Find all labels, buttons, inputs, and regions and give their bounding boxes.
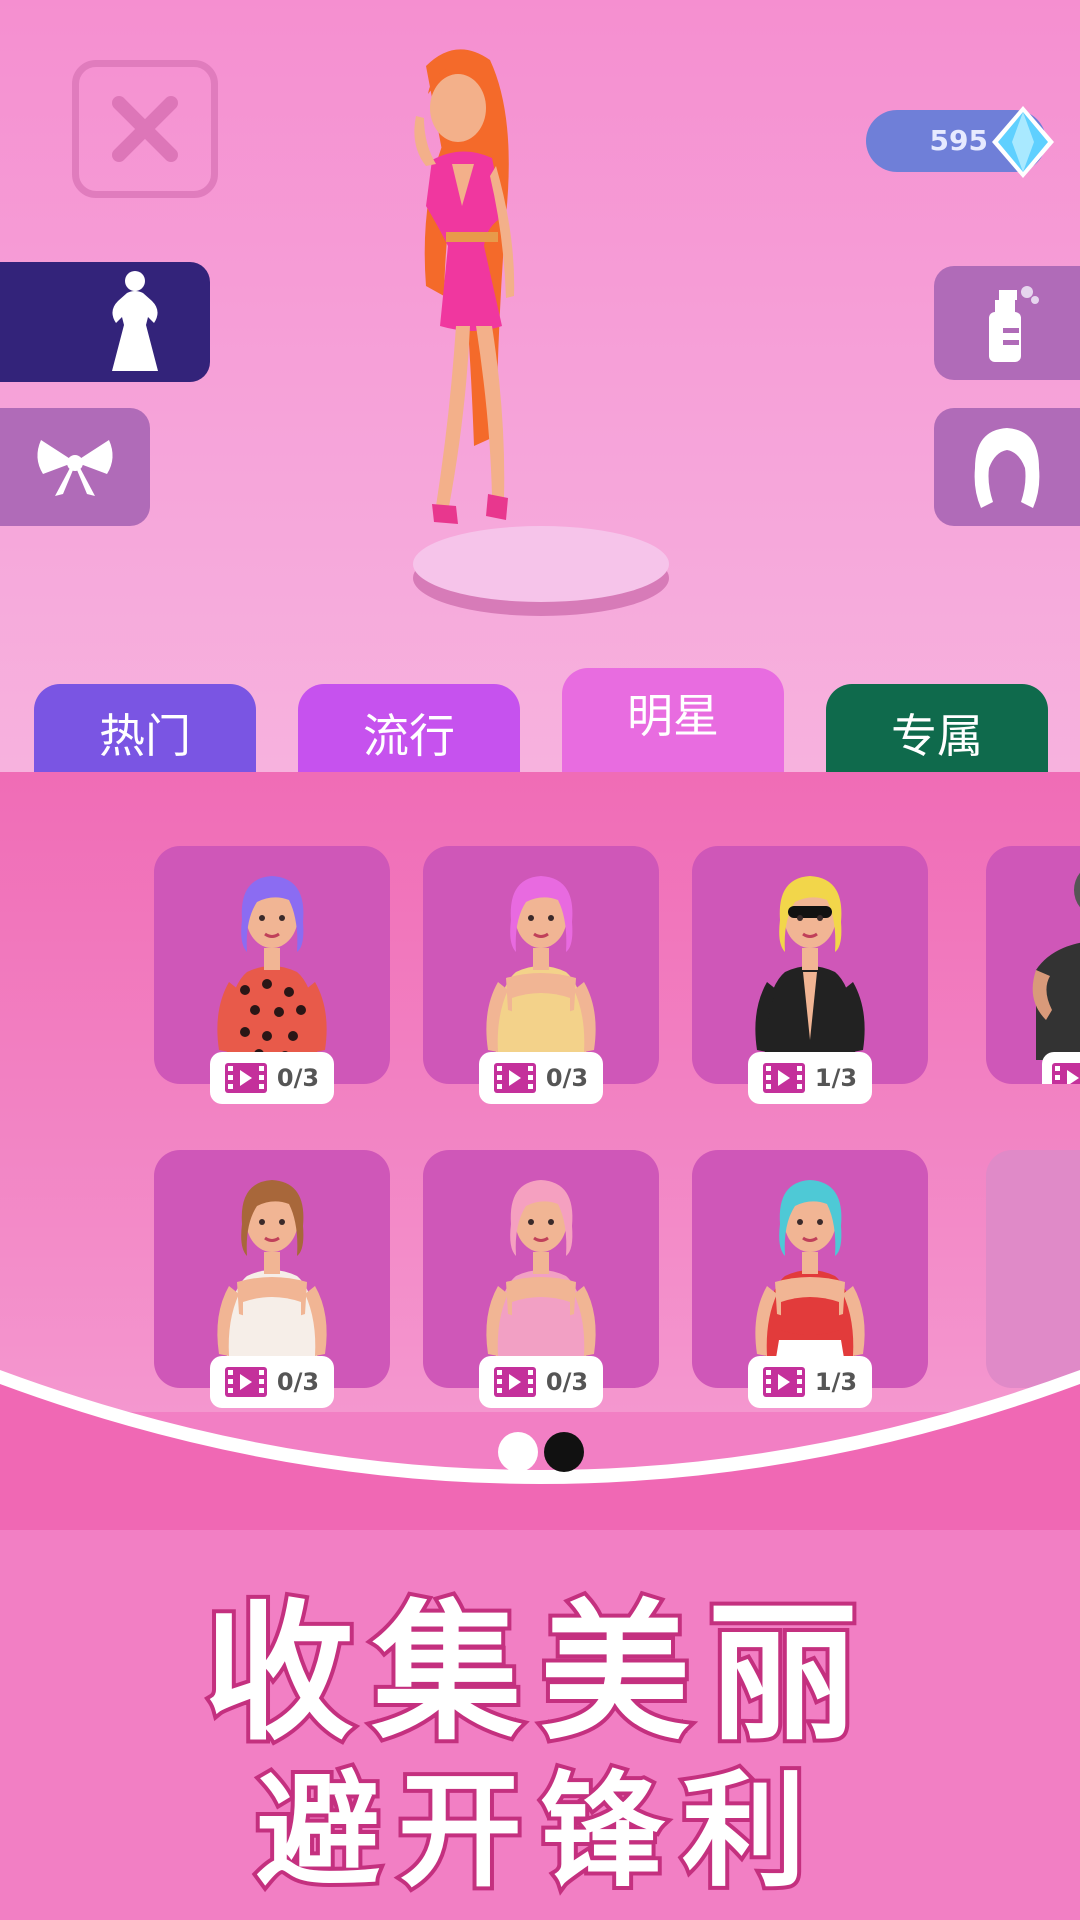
unlock-progress-badge: 0/3	[210, 1052, 334, 1104]
close-icon	[112, 96, 178, 162]
character-avatar	[486, 876, 596, 1060]
outfit-card-empty[interactable]	[986, 1150, 1080, 1388]
accessory-category-button[interactable]	[0, 408, 150, 526]
character-avatar	[755, 876, 865, 1060]
character-avatar	[217, 876, 327, 1060]
spray-bottle-icon	[989, 286, 1039, 362]
slogan-line-2: 避开锋利	[252, 1756, 824, 1908]
outfit-grid-panel: 0/3 0/3 1/3 0/3 0/3 1/3	[0, 772, 1080, 1412]
video-icon	[224, 1063, 267, 1093]
spray-category-button[interactable]	[934, 266, 1080, 380]
video-icon	[762, 1063, 805, 1093]
tab-star[interactable]: 明星	[562, 668, 784, 772]
video-icon	[1052, 1063, 1080, 1084]
hair-icon	[974, 428, 1040, 508]
gem-count: 595	[929, 124, 988, 157]
character-model	[414, 49, 515, 524]
character-avatar	[217, 1180, 327, 1364]
tab-hot-label: 热门	[99, 709, 191, 763]
unlock-progress: 0/3	[276, 1064, 320, 1092]
diamond-icon	[992, 106, 1054, 178]
outfit-card-6[interactable]: 0/3	[423, 1150, 659, 1408]
dress-silhouette-icon	[112, 271, 158, 371]
outfit-card-5[interactable]: 0/3	[154, 1150, 390, 1408]
outfit-card-3[interactable]: 1/3	[692, 846, 928, 1104]
outfit-card-4[interactable]	[986, 846, 1080, 1084]
tab-hot[interactable]: 热门	[34, 684, 256, 772]
unlock-progress-badge: 1/3	[748, 1052, 872, 1104]
page-indicator	[498, 1432, 584, 1472]
hair-category-button[interactable]	[934, 408, 1080, 526]
page-dot-2[interactable]	[544, 1432, 584, 1472]
unlock-progress: 1/3	[814, 1064, 858, 1092]
outfit-card-7[interactable]: 1/3	[692, 1150, 928, 1408]
tab-star-label: 明星	[627, 689, 719, 743]
tab-popular[interactable]: 流行	[298, 684, 520, 772]
character-avatar	[486, 1180, 596, 1364]
character-preview-area: 595 热门 流行 明星 专属	[0, 0, 1080, 772]
tab-exclusive[interactable]: 专属	[826, 684, 1048, 772]
character-avatar	[755, 1180, 865, 1364]
tab-popular-label: 流行	[363, 709, 455, 763]
outfit-card-1[interactable]: 0/3	[154, 846, 390, 1104]
page-dot-1[interactable]	[498, 1432, 538, 1472]
unlock-progress: 0/3	[545, 1064, 589, 1092]
unlock-progress-badge	[1042, 1052, 1080, 1084]
video-icon	[493, 1063, 536, 1093]
outfit-card-2[interactable]: 0/3	[423, 846, 659, 1104]
bow-icon	[37, 440, 113, 496]
character-avatar	[1032, 872, 1080, 1060]
unlock-progress-badge: 0/3	[479, 1052, 603, 1104]
outfit-category-button[interactable]	[0, 262, 210, 382]
close-button[interactable]	[72, 60, 218, 198]
tab-exclusive-label: 专属	[891, 709, 983, 763]
